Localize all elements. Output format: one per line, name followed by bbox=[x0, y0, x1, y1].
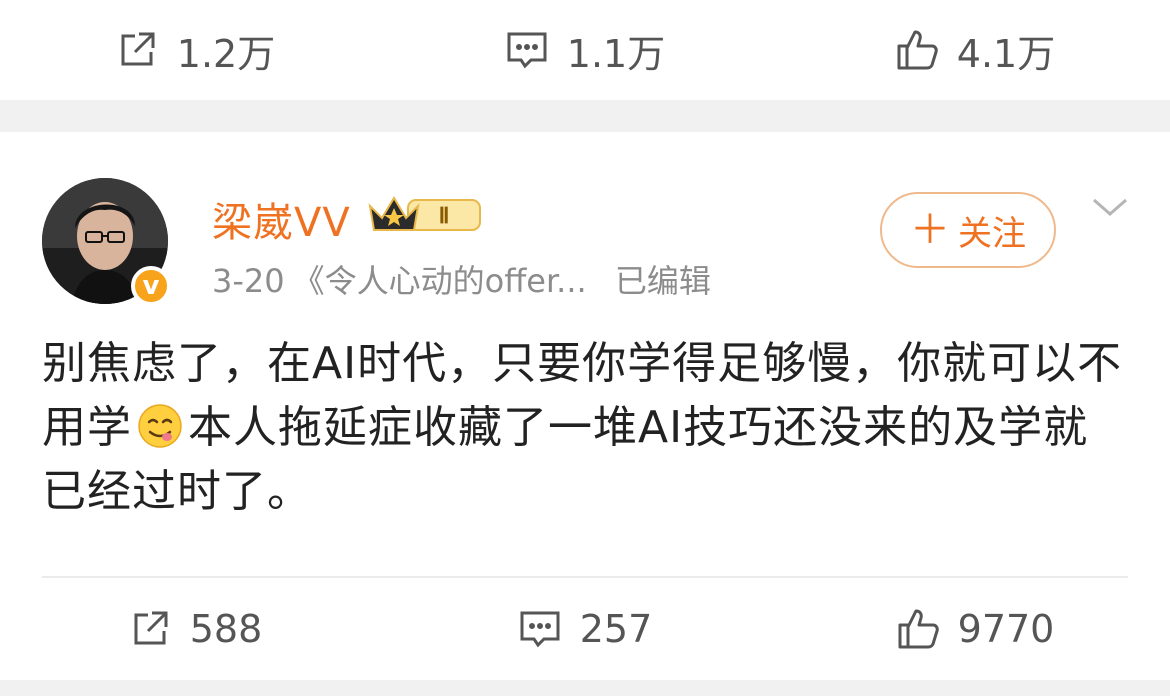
top-action-bar: 1.2万 1.1万 4.1万 bbox=[0, 0, 1170, 100]
verified-badge: v bbox=[131, 266, 171, 306]
like-icon bbox=[895, 28, 939, 72]
comment-button[interactable]: 1.1万 bbox=[390, 23, 780, 78]
edited-label: 已编辑 bbox=[614, 262, 711, 300]
member-crown-icon[interactable]: Ⅱ bbox=[368, 192, 484, 236]
repost-count: 1.2万 bbox=[176, 31, 276, 76]
member-level-label: Ⅱ bbox=[439, 203, 450, 228]
post-source[interactable]: 《令人心动的offer... bbox=[293, 262, 587, 300]
post-card: v 梁崴VV Ⅱ 3-20 《令人心动的offer... 已编辑 ＋ 关注 别焦虑… bbox=[0, 132, 1170, 578]
post-content: 别焦虑了，在AI时代，只要你学得足够慢，你就可以不用学 本人拖延症收藏了一堆AI… bbox=[42, 332, 1132, 524]
repost-icon bbox=[128, 607, 172, 651]
follow-button[interactable]: ＋ 关注 bbox=[880, 192, 1056, 268]
post-text-part2: 本人拖延症收藏了一堆AI技巧还没来的及学就已经过时了。 bbox=[42, 402, 1089, 517]
chevron-down-icon[interactable] bbox=[1090, 192, 1130, 222]
like-button[interactable]: 4.1万 bbox=[780, 23, 1170, 78]
post-action-bar: 588 257 9770 bbox=[0, 578, 1170, 680]
post-meta: 3-20 《令人心动的offer... 已编辑 bbox=[212, 256, 711, 302]
plus-icon: ＋ bbox=[910, 207, 950, 253]
comment-count: 257 bbox=[579, 607, 653, 651]
like-icon bbox=[896, 607, 940, 651]
comment-icon bbox=[505, 28, 549, 72]
repost-button[interactable]: 1.2万 bbox=[0, 23, 390, 78]
yum-face-emoji-icon bbox=[136, 402, 184, 450]
repost-button[interactable]: 588 bbox=[0, 607, 390, 651]
comment-button[interactable]: 257 bbox=[390, 607, 780, 651]
post-date: 3-20 bbox=[212, 262, 285, 300]
repost-icon bbox=[115, 28, 159, 72]
comment-icon bbox=[518, 607, 562, 651]
repost-count: 588 bbox=[189, 607, 263, 651]
author-name[interactable]: 梁崴VV bbox=[212, 190, 351, 248]
like-count: 4.1万 bbox=[956, 31, 1056, 76]
page-bottom-gap bbox=[0, 680, 1170, 696]
like-count: 9770 bbox=[957, 607, 1055, 651]
like-button[interactable]: 9770 bbox=[780, 607, 1170, 651]
comment-count: 1.1万 bbox=[566, 31, 666, 76]
follow-label: 关注 bbox=[958, 213, 1026, 254]
